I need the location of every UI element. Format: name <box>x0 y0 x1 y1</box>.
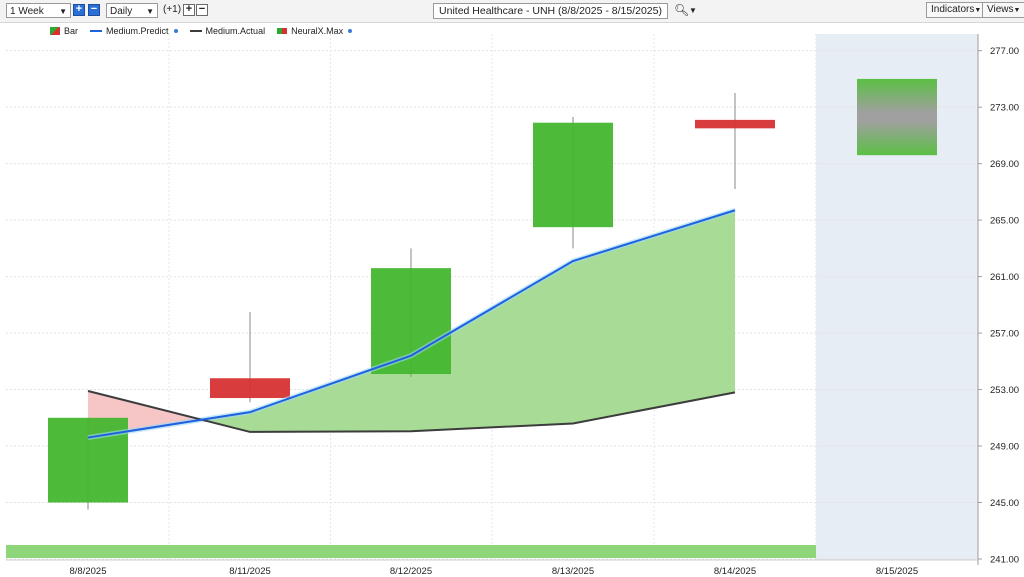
neuralx-swatch-icon <box>277 28 288 34</box>
x-tick-label: 8/12/2025 <box>390 566 432 577</box>
candle-down <box>695 119 775 129</box>
axis-layer: 241.00 245.00 249.00 253.00 257.00 261.00 265.… <box>6 34 1019 577</box>
y-tick-label: 261.00 <box>990 272 1019 283</box>
chart-title: United Healthcare - UNH (8/8/2025 - 8/15… <box>439 5 662 17</box>
y-tick-label: 253.00 <box>990 385 1019 396</box>
medium-predict-line <box>87 209 736 439</box>
period-value: 1 Week <box>10 6 44 17</box>
y-tick-label: 277.00 <box>990 46 1019 57</box>
legend-medium-actual[interactable]: Medium.Actual <box>189 26 266 36</box>
candle-up <box>371 268 451 375</box>
x-tick-label: 8/14/2025 <box>714 566 756 577</box>
legend-medium-predict[interactable]: Medium.Predict <box>90 26 178 36</box>
chevron-down-icon: ▼ <box>146 7 154 16</box>
line-swatch-icon <box>189 30 202 32</box>
x-tick-label: 8/13/2025 <box>552 566 594 577</box>
y-tick-label: 249.00 <box>990 442 1019 453</box>
chart-toolbar: 1 Week ▼ + − Daily ▼ (+1) + − United Hea… <box>0 0 1024 23</box>
zoom-out-button[interactable]: − <box>88 4 100 16</box>
x-tick-label: 8/8/2025 <box>70 566 107 577</box>
legend-bar-label: Bar <box>64 26 79 36</box>
legend-neuralx-max[interactable]: NeuralX.Max <box>277 26 353 36</box>
y-tick-label: 245.00 <box>990 498 1019 509</box>
settings-dot-icon[interactable] <box>348 29 353 33</box>
predict-below-fill <box>88 390 202 438</box>
x-tick-label: 8/11/2025 <box>229 566 271 577</box>
fill-layer <box>6 210 816 558</box>
predict-above-fill <box>573 210 735 424</box>
predict-above-fill <box>250 355 411 432</box>
chevron-down-icon[interactable]: ▼ <box>689 6 697 15</box>
offset-minus-button[interactable]: − <box>196 4 208 16</box>
offset-label: (+1) <box>163 4 182 15</box>
legend-neuralx-max-label: NeuralX.Max <box>291 26 344 36</box>
predict-above-fill <box>201 412 250 432</box>
zoom-in-button[interactable]: + <box>73 4 85 16</box>
settings-dot-icon[interactable] <box>173 29 178 33</box>
candle-up <box>533 122 613 228</box>
candle-up <box>48 417 128 503</box>
line-swatch-icon <box>90 30 103 32</box>
interval-select[interactable]: Daily ▼ <box>106 3 158 18</box>
y-tick-label: 265.00 <box>990 216 1019 227</box>
neuralx-forecast-bar <box>857 78 937 156</box>
interval-value: Daily <box>110 6 133 17</box>
search-icon[interactable]: 🔍︎ <box>674 3 689 17</box>
line-layer <box>87 207 736 441</box>
symbol-title-field[interactable]: United Healthcare - UNH (8/8/2025 - 8/15… <box>433 3 668 19</box>
x-tick-label: 8/15/2025 <box>876 566 918 577</box>
y-tick-label: 269.00 <box>990 159 1019 170</box>
period-select[interactable]: 1 Week ▼ <box>6 3 71 18</box>
indicators-label: Indicators <box>931 4 975 15</box>
indicators-button[interactable]: Indicators▼ <box>926 2 987 18</box>
bar-swatch-icon <box>50 27 60 35</box>
price-chart[interactable]: 241.00 245.00 249.00 253.00 257.00 261.00 265.… <box>0 0 1024 577</box>
views-button[interactable]: Views▼ <box>982 2 1024 18</box>
y-tick-label: 257.00 <box>990 329 1019 340</box>
history-strip <box>6 545 816 558</box>
chevron-down-icon: ▼ <box>59 7 67 16</box>
y-tick-label: 273.00 <box>990 103 1019 114</box>
legend-medium-actual-label: Medium.Actual <box>205 26 266 36</box>
forecast-region <box>816 34 978 560</box>
candle-down <box>210 378 290 399</box>
grid-layer <box>6 34 978 560</box>
bar-layer <box>48 78 937 510</box>
medium-actual-line <box>87 390 736 433</box>
legend-medium-predict-label: Medium.Predict <box>106 26 169 36</box>
medium-predict-glow <box>87 207 736 441</box>
offset-plus-button[interactable]: + <box>183 4 195 16</box>
chart-legend: Bar Medium.Predict Medium.Actual NeuralX… <box>50 26 353 36</box>
y-tick-label: 241.00 <box>990 555 1019 566</box>
legend-bar[interactable]: Bar <box>50 26 78 36</box>
predict-above-fill <box>411 261 573 432</box>
views-label: Views <box>987 4 1014 15</box>
